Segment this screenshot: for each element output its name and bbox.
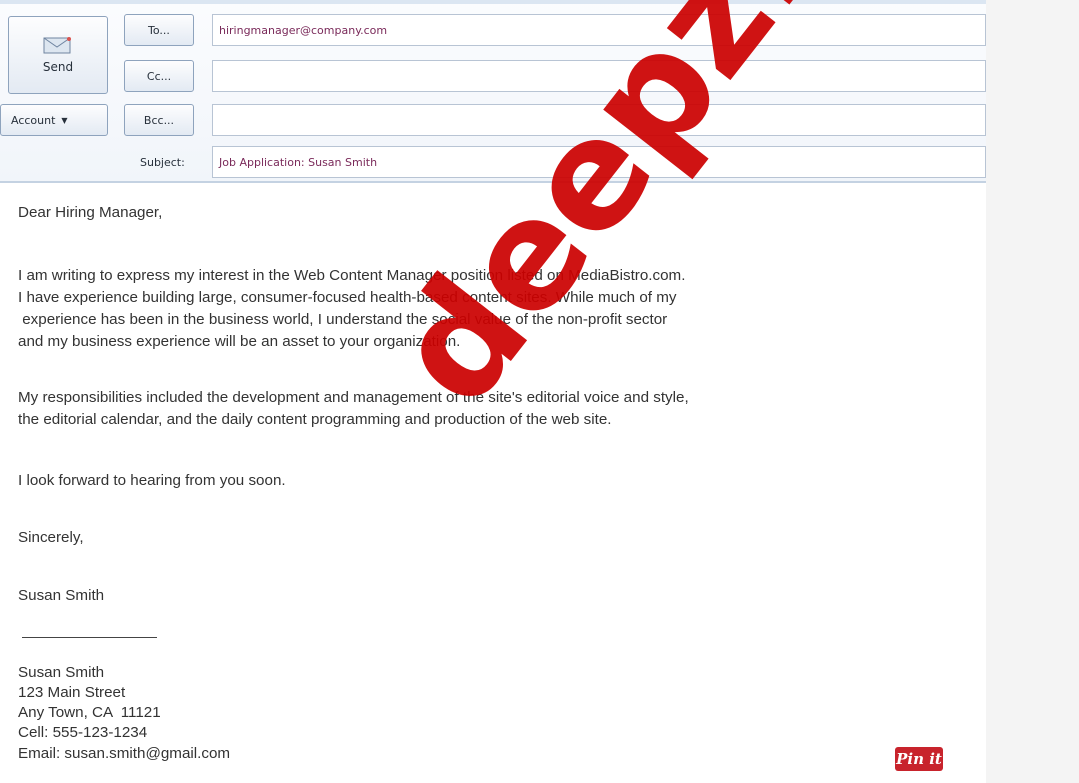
envelope-icon (43, 37, 71, 54)
paragraph1-line1: I am writing to express my interest in t… (18, 267, 686, 284)
paragraph1-line2: I have experience building large, consum… (18, 289, 677, 306)
contact-street: 123 Main Street (18, 684, 126, 701)
signature-name: Susan Smith (18, 587, 105, 604)
side-panel (986, 0, 1079, 783)
pin-it-button[interactable]: Pin it (895, 747, 943, 771)
contact-city: Any Town, CA 11121 (18, 704, 161, 721)
contact-email: Email: susan.smith@gmail.com (18, 745, 231, 762)
to-button[interactable]: To... (124, 14, 194, 46)
bcc-field[interactable] (212, 104, 986, 136)
bcc-button[interactable]: Bcc... (124, 104, 194, 136)
to-field[interactable]: hiringmanager@company.com (212, 14, 986, 46)
paragraph1-line3: experience has been in the business worl… (18, 311, 668, 328)
compose-header: Send Account ▼ To... Cc... Bcc... hiring… (0, 0, 986, 183)
email-compose-window: Send Account ▼ To... Cc... Bcc... hiring… (0, 0, 1079, 783)
account-label: Account (11, 113, 56, 127)
contact-name: Susan Smith (18, 664, 105, 681)
send-label: Send (42, 60, 74, 74)
greeting: Dear Hiring Manager, (18, 204, 163, 221)
cc-button[interactable]: Cc... (124, 60, 194, 92)
signature-rule (22, 637, 157, 638)
paragraph1-line4: and my business experience will be an as… (18, 333, 461, 350)
subject-field[interactable]: Job Application: Susan Smith (212, 146, 986, 178)
subject-label: Subject: (140, 155, 185, 169)
closing: Sincerely, (18, 529, 84, 546)
contact-cell: Cell: 555-123-1234 (18, 724, 148, 741)
send-button[interactable]: Send (8, 16, 108, 94)
cc-field[interactable] (212, 60, 986, 92)
paragraph2-line1: My responsibilities included the develop… (18, 389, 689, 406)
account-button[interactable]: Account ▼ (0, 104, 108, 136)
paragraph3: I look forward to hearing from you soon. (18, 472, 286, 489)
paragraph2-line2: the editorial calendar, and the daily co… (18, 411, 612, 428)
caret-down-icon: ▼ (61, 115, 68, 125)
header-top-line (0, 0, 986, 4)
